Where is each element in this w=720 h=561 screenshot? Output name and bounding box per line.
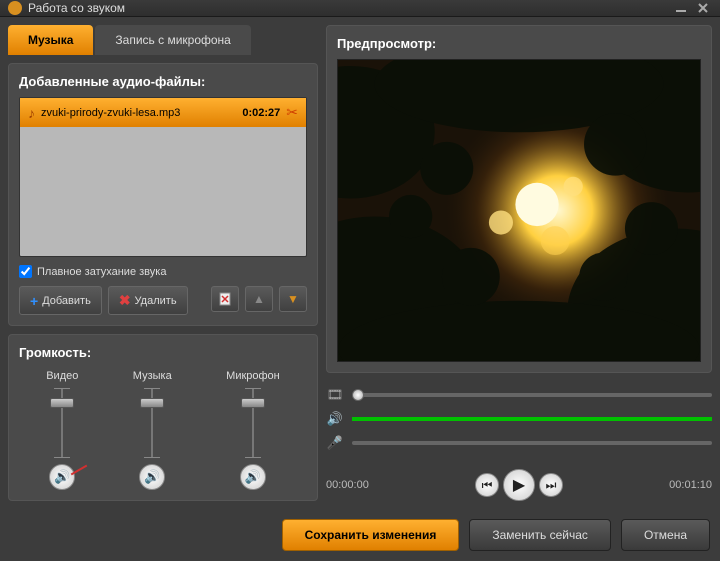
save-button[interactable]: Сохранить изменения [282,519,460,551]
timeline-tracks: 🎞 🔊 🎤 [326,385,712,457]
music-note-icon: ♪ [28,105,35,121]
video-track-thumb[interactable] [352,389,364,401]
add-button[interactable]: + Добавить [19,286,102,315]
move-up-button[interactable]: ▲ [245,286,273,312]
speaker-icon: 🔊 [144,469,160,485]
arrow-up-icon: ▲ [253,292,265,306]
replace-button[interactable]: Заменить сейчас [469,519,611,551]
video-preview[interactable] [337,59,701,362]
music-volume-label: Музыка [133,370,172,382]
plus-icon: + [30,293,38,309]
mic-track-icon: 🎤 [326,435,344,451]
speaker-icon: 🔊 [245,469,261,485]
video-mute-button[interactable]: 🔊 [49,464,75,490]
prev-button[interactable]: ⏮ [475,473,499,497]
fade-label: Плавное затухание звука [37,266,166,278]
file-row[interactable]: ♪ zvuki-prirody-zvuki-lesa.mp3 0:02:27 ✂ [20,98,306,127]
time-current: 00:00:00 [326,479,369,491]
speaker-track-icon: 🔊 [326,411,344,427]
window-title: Работа со звуком [28,1,668,15]
app-icon [8,1,22,15]
play-button[interactable]: ▶ [503,469,535,501]
next-button[interactable]: ⏭ [539,473,563,497]
time-total: 00:01:10 [669,479,712,491]
cancel-button[interactable]: Отмена [621,519,710,551]
audio-track[interactable] [352,417,712,421]
file-name: zvuki-prirody-zvuki-lesa.mp3 [41,107,236,119]
scissors-icon[interactable]: ✂ [286,104,298,121]
music-mute-button[interactable]: 🔊 [139,464,165,490]
tab-music[interactable]: Музыка [8,25,93,55]
cross-icon: ✖ [119,292,131,309]
delete-button-label: Удалить [135,295,177,307]
minimize-button[interactable] [672,1,690,15]
close-button[interactable] [694,1,712,15]
delete-button[interactable]: ✖ Удалить [108,286,188,315]
file-duration: 0:02:27 [242,107,280,119]
mic-volume-slider[interactable] [243,388,263,458]
mic-volume-label: Микрофон [226,370,280,382]
play-icon: ▶ [513,475,525,495]
skip-back-icon: ⏮ [482,478,493,493]
music-volume-slider[interactable] [142,388,162,458]
volume-title: Громкость: [19,345,307,360]
file-list[interactable]: ♪ zvuki-prirody-zvuki-lesa.mp3 0:02:27 ✂ [19,97,307,257]
arrow-down-icon: ▼ [287,292,299,306]
tab-bar: Музыка Запись с микрофона [8,25,318,55]
titlebar: Работа со звуком [0,0,720,17]
fade-checkbox[interactable] [19,265,32,278]
move-down-button[interactable]: ▼ [279,286,307,312]
close-icon [698,3,708,13]
speaker-muted-icon: 🔊 [54,469,70,485]
fade-checkbox-row[interactable]: Плавное затухание звука [19,265,307,278]
remove-item-button[interactable] [211,286,239,312]
video-volume-slider[interactable] [52,388,72,458]
add-button-label: Добавить [42,295,91,307]
tab-mic[interactable]: Запись с микрофона [95,25,250,55]
mic-track[interactable] [352,441,712,445]
skip-forward-icon: ⏭ [546,478,557,493]
mic-mute-button[interactable]: 🔊 [240,464,266,490]
preview-frame [338,60,700,361]
added-files-title: Добавленные аудио-файлы: [19,74,307,89]
video-track[interactable] [352,393,712,397]
video-volume-label: Видео [46,370,78,382]
remove-file-icon [218,292,232,306]
film-icon: 🎞 [326,387,344,403]
preview-title: Предпросмотр: [337,36,701,51]
minimize-icon [676,3,686,13]
